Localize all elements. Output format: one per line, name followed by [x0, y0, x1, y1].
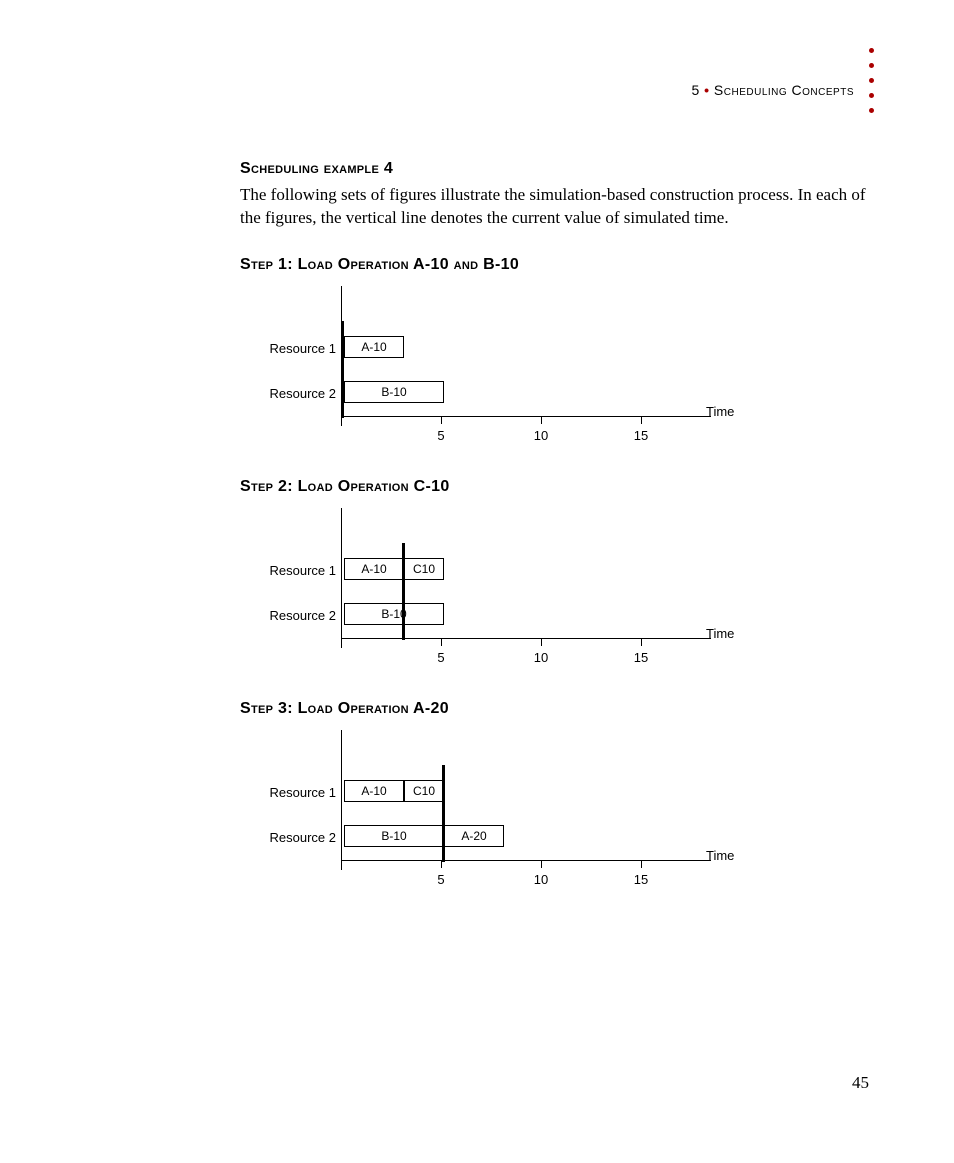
step3-chart: Resource 1 Resource 2 A-10 C10 B-10 A-20… — [246, 730, 880, 900]
chapter-number: 5 — [691, 82, 699, 98]
tick-label-15: 15 — [634, 650, 648, 665]
tick-10 — [541, 638, 542, 646]
row-label-resource2: Resource 2 — [270, 386, 336, 401]
x-axis — [341, 638, 711, 639]
tick-15 — [641, 638, 642, 646]
tick-label-15: 15 — [634, 428, 648, 443]
tick-10 — [541, 860, 542, 868]
current-time-line — [442, 765, 445, 862]
row-label-resource2: Resource 2 — [270, 608, 336, 623]
step2-chart: Resource 1 Resource 2 A-10 C10 B-10 5 10… — [246, 508, 880, 678]
tick-5 — [441, 860, 442, 868]
tick-label-15: 15 — [634, 872, 648, 887]
tick-label-5: 5 — [437, 872, 444, 887]
tick-label-10: 10 — [534, 650, 548, 665]
y-axis — [341, 730, 342, 870]
step1-title: Step 1: Load Operation A-10 and B-10 — [240, 256, 880, 274]
tick-5 — [441, 638, 442, 646]
y-axis — [341, 508, 342, 648]
bar-b10: B-10 — [344, 381, 444, 403]
page-header: 5 • Scheduling Concepts — [691, 82, 854, 98]
bar-c10: C10 — [404, 558, 444, 580]
x-axis-label: Time — [706, 404, 734, 419]
row-label-resource1: Resource 1 — [270, 563, 336, 578]
bar-a10: A-10 — [344, 780, 404, 802]
tick-5 — [441, 416, 442, 424]
bar-b10: B-10 — [344, 603, 444, 625]
section-title: Scheduling example 4 — [240, 160, 880, 178]
bar-a10: A-10 — [344, 558, 404, 580]
page-number: 45 — [852, 1073, 869, 1093]
tick-label-5: 5 — [437, 650, 444, 665]
tick-15 — [641, 416, 642, 424]
bar-a20: A-20 — [444, 825, 504, 847]
chapter-title: Scheduling Concepts — [714, 82, 854, 98]
decorative-dots — [869, 48, 874, 113]
bar-a10: A-10 — [344, 336, 404, 358]
current-time-line — [402, 543, 405, 640]
step3-title: Step 3: Load Operation A-20 — [240, 700, 880, 718]
tick-label-5: 5 — [437, 428, 444, 443]
section-body: The following sets of figures illustrate… — [240, 184, 880, 230]
current-time-line — [341, 321, 344, 418]
header-separator: • — [704, 82, 709, 98]
step1-chart: Resource 1 Resource 2 A-10 B-10 5 10 15 … — [246, 286, 880, 456]
bar-c10: C10 — [404, 780, 444, 802]
row-label-resource1: Resource 1 — [270, 341, 336, 356]
x-axis-label: Time — [706, 848, 734, 863]
tick-15 — [641, 860, 642, 868]
x-axis — [341, 860, 711, 861]
step2-title: Step 2: Load Operation C-10 — [240, 478, 880, 496]
x-axis-label: Time — [706, 626, 734, 641]
x-axis — [341, 416, 711, 417]
tick-label-10: 10 — [534, 872, 548, 887]
row-label-resource1: Resource 1 — [270, 785, 336, 800]
row-label-resource2: Resource 2 — [270, 830, 336, 845]
tick-label-10: 10 — [534, 428, 548, 443]
tick-10 — [541, 416, 542, 424]
bar-b10: B-10 — [344, 825, 444, 847]
